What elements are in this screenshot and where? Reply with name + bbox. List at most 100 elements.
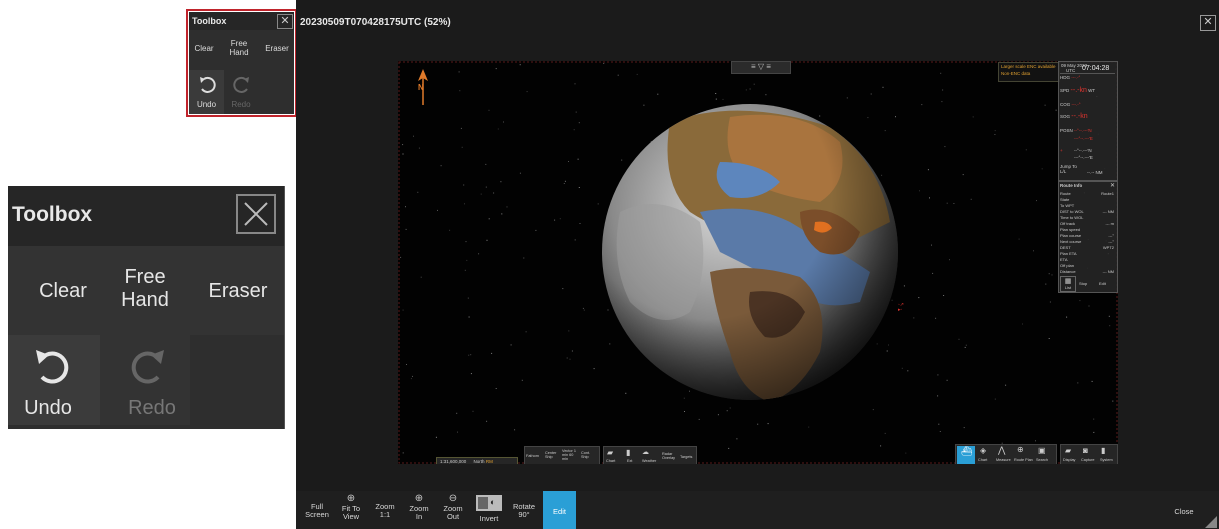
tool-cont-ship[interactable]: Cont. Ship bbox=[581, 451, 597, 459]
chart-system-tools: ▰ Display ◙ Capture ▮ System bbox=[1060, 444, 1118, 464]
measure-label: Measure bbox=[996, 458, 1011, 462]
undo-icon bbox=[36, 350, 69, 384]
zoom-in-button[interactable]: ⊕ Zoom In bbox=[404, 491, 434, 529]
rotate-button[interactable]: Rotate 90° bbox=[508, 491, 540, 529]
grid-icon: ▦ bbox=[1064, 278, 1072, 285]
system-icon[interactable]: ▮ bbox=[1101, 446, 1105, 455]
tool-center-ship[interactable]: Center Ship bbox=[545, 451, 561, 459]
redo-button-large[interactable]: Redo bbox=[100, 335, 190, 425]
undo-button-large[interactable]: Undo bbox=[8, 335, 100, 425]
orientation-value: North bbox=[473, 459, 485, 464]
chart-tools-group: Fathom Center Ship Vector 1 min 60 min C… bbox=[524, 446, 600, 464]
chart-window: 20230509T070428175UTC (52%) ✕ ≡ ▽ ≡ N ◦↗… bbox=[296, 0, 1219, 529]
targets-button[interactable]: Targets bbox=[680, 455, 692, 459]
route-rows: Route Route1 State To WPT DIST to WOL --- NM T… bbox=[1060, 191, 1115, 275]
fit-to-view-label-2: View bbox=[342, 512, 360, 521]
close-button[interactable]: Close bbox=[1164, 491, 1204, 529]
chart-tool-label: Chart bbox=[978, 458, 988, 462]
bottom-toolbar: Full Screen ⊕ Fit To View Zoom 1:1 ⊕ Zoo… bbox=[296, 491, 1219, 529]
posn-label: POSN bbox=[1060, 128, 1073, 133]
zoom-in-label-2: In bbox=[415, 512, 423, 521]
chart-tool-icon[interactable]: ◈ bbox=[980, 446, 986, 455]
crosshair-icon: + bbox=[1060, 148, 1063, 153]
jump-to-button[interactable]: Jump To L/L bbox=[1060, 164, 1077, 174]
measure-icon[interactable]: ⋀ bbox=[998, 445, 1005, 456]
spd-row: SPD --.-kn WT bbox=[1060, 87, 1095, 94]
sog-value: --.-kn bbox=[1071, 113, 1088, 120]
route-row-key: Plan speed bbox=[1060, 227, 1081, 232]
ship-button[interactable]: ⛴ bbox=[957, 446, 975, 464]
hdg-row: HDG ---.-° bbox=[1060, 75, 1080, 80]
route-row-key: Distance bbox=[1060, 269, 1076, 274]
cursor-lon: ---°--.---'E bbox=[1074, 155, 1093, 160]
route-row: Distance --- NM bbox=[1060, 269, 1115, 275]
zoom-out-button[interactable]: ⊖ Zoom Out bbox=[438, 491, 468, 529]
sog-row: SOG --.-kn bbox=[1060, 113, 1088, 120]
route-info-panel: Route Info ✕ Route Route1 State To WPT DIST … bbox=[1058, 181, 1118, 293]
undo-button[interactable]: Undo bbox=[189, 70, 224, 114]
zoom-out-label-2: Out bbox=[446, 512, 460, 521]
eraser-button[interactable]: Eraser bbox=[262, 44, 292, 53]
clear-button[interactable]: Clear bbox=[191, 44, 217, 53]
toolbox-title-large: Toolbox bbox=[12, 203, 93, 226]
cog-row: COG ---.-° bbox=[1060, 102, 1081, 107]
spd-unit: WT bbox=[1088, 88, 1096, 93]
fit-to-view-button[interactable]: ⊕ Fit To View bbox=[336, 491, 366, 529]
route-list-button[interactable]: ▦ List bbox=[1060, 276, 1076, 292]
chart-icons-group: ▰ Chart ▮ Ext ☁ Weather Radar Overlay Ta… bbox=[603, 446, 697, 464]
route-row-key: ETA bbox=[1060, 257, 1068, 262]
close-label: Close bbox=[1174, 507, 1194, 516]
clear-button-large[interactable]: Clear bbox=[28, 280, 98, 303]
eraser-button-large[interactable]: Eraser bbox=[198, 280, 278, 303]
mode-value: RM bbox=[485, 459, 493, 464]
chart-icon[interactable]: ▰ bbox=[607, 448, 613, 457]
display-icon[interactable]: ▰ bbox=[1065, 446, 1071, 455]
target-marker[interactable]: ◦↗ ▸◦ bbox=[898, 303, 904, 313]
resize-grip-icon[interactable] bbox=[1205, 516, 1217, 528]
search-icon[interactable]: ▣ bbox=[1038, 446, 1046, 455]
route-info-close[interactable]: ✕ bbox=[1110, 182, 1115, 189]
chart-menu-toggle[interactable]: ≡ ▽ ≡ bbox=[731, 61, 791, 74]
system-label: System bbox=[1100, 458, 1113, 462]
invert-button[interactable]: ◐ Invert bbox=[474, 491, 504, 529]
tool-fathom[interactable]: Fathom bbox=[526, 454, 539, 458]
toolbox-close-button-large[interactable] bbox=[236, 194, 276, 234]
route-row-key: Off plan bbox=[1060, 263, 1074, 268]
chart-view[interactable]: ≡ ▽ ≡ N ◦↗ ▸◦ Larger scale ENC available… bbox=[398, 61, 1118, 464]
route-list-label: List bbox=[1064, 285, 1072, 290]
route-row-key: DIST to WOL bbox=[1060, 209, 1084, 214]
redo-button[interactable]: Redo bbox=[224, 70, 258, 114]
rotate-label-2: 90° bbox=[518, 510, 530, 519]
radar-overlay-button[interactable]: Radar Overlay bbox=[662, 452, 676, 460]
time-text: 07:04:28 bbox=[1082, 65, 1110, 72]
ext-icon[interactable]: ▮ bbox=[626, 448, 630, 457]
toolbox-header-large: Toolbox bbox=[8, 186, 284, 246]
free-hand-label-1: Free bbox=[230, 39, 248, 48]
route-stop-button[interactable]: Stop bbox=[1079, 281, 1087, 286]
route-row-value: --- NM bbox=[1102, 269, 1114, 274]
route-plan-icon[interactable]: ⊕ bbox=[1017, 445, 1024, 454]
toolbox-close-button[interactable]: ✕ bbox=[277, 14, 293, 29]
free-hand-button-large[interactable]: Free Hand bbox=[112, 266, 178, 312]
hdg-value: ---.-° bbox=[1071, 75, 1081, 80]
full-screen-button[interactable]: Full Screen bbox=[302, 491, 332, 529]
route-edit-button[interactable]: Edit bbox=[1099, 281, 1106, 286]
tool-vector[interactable]: Vector 1 min 60 min bbox=[562, 449, 580, 461]
cog-value: ---.-° bbox=[1071, 102, 1081, 107]
camera-icon[interactable]: ◙ bbox=[1083, 446, 1088, 455]
edit-label: Edit bbox=[553, 507, 566, 516]
timezone-text: UTC bbox=[1066, 68, 1076, 73]
window-close-button[interactable]: ✕ bbox=[1200, 15, 1216, 31]
free-hand-button[interactable]: Free Hand bbox=[227, 39, 251, 57]
toolbox-header: Toolbox ✕ bbox=[189, 12, 294, 30]
hdg-label: HDG bbox=[1060, 75, 1070, 80]
nav-info-panel: 09 May 2023 UTC 07:04:28 HDG ---.-° SPD … bbox=[1058, 61, 1118, 181]
weather-icon[interactable]: ☁ bbox=[642, 448, 649, 456]
weather-icon-label: Weather bbox=[642, 459, 657, 463]
north-arrow: N bbox=[416, 69, 430, 109]
toolbox-tools-row: Clear Free Hand Eraser bbox=[8, 246, 284, 335]
edit-button[interactable]: Edit bbox=[543, 491, 576, 529]
route-row-key: State bbox=[1060, 197, 1070, 202]
scale-bar[interactable]: 1:31,600,000 North RM bbox=[436, 457, 518, 464]
zoom-1-1-button[interactable]: Zoom 1:1 bbox=[370, 491, 400, 529]
